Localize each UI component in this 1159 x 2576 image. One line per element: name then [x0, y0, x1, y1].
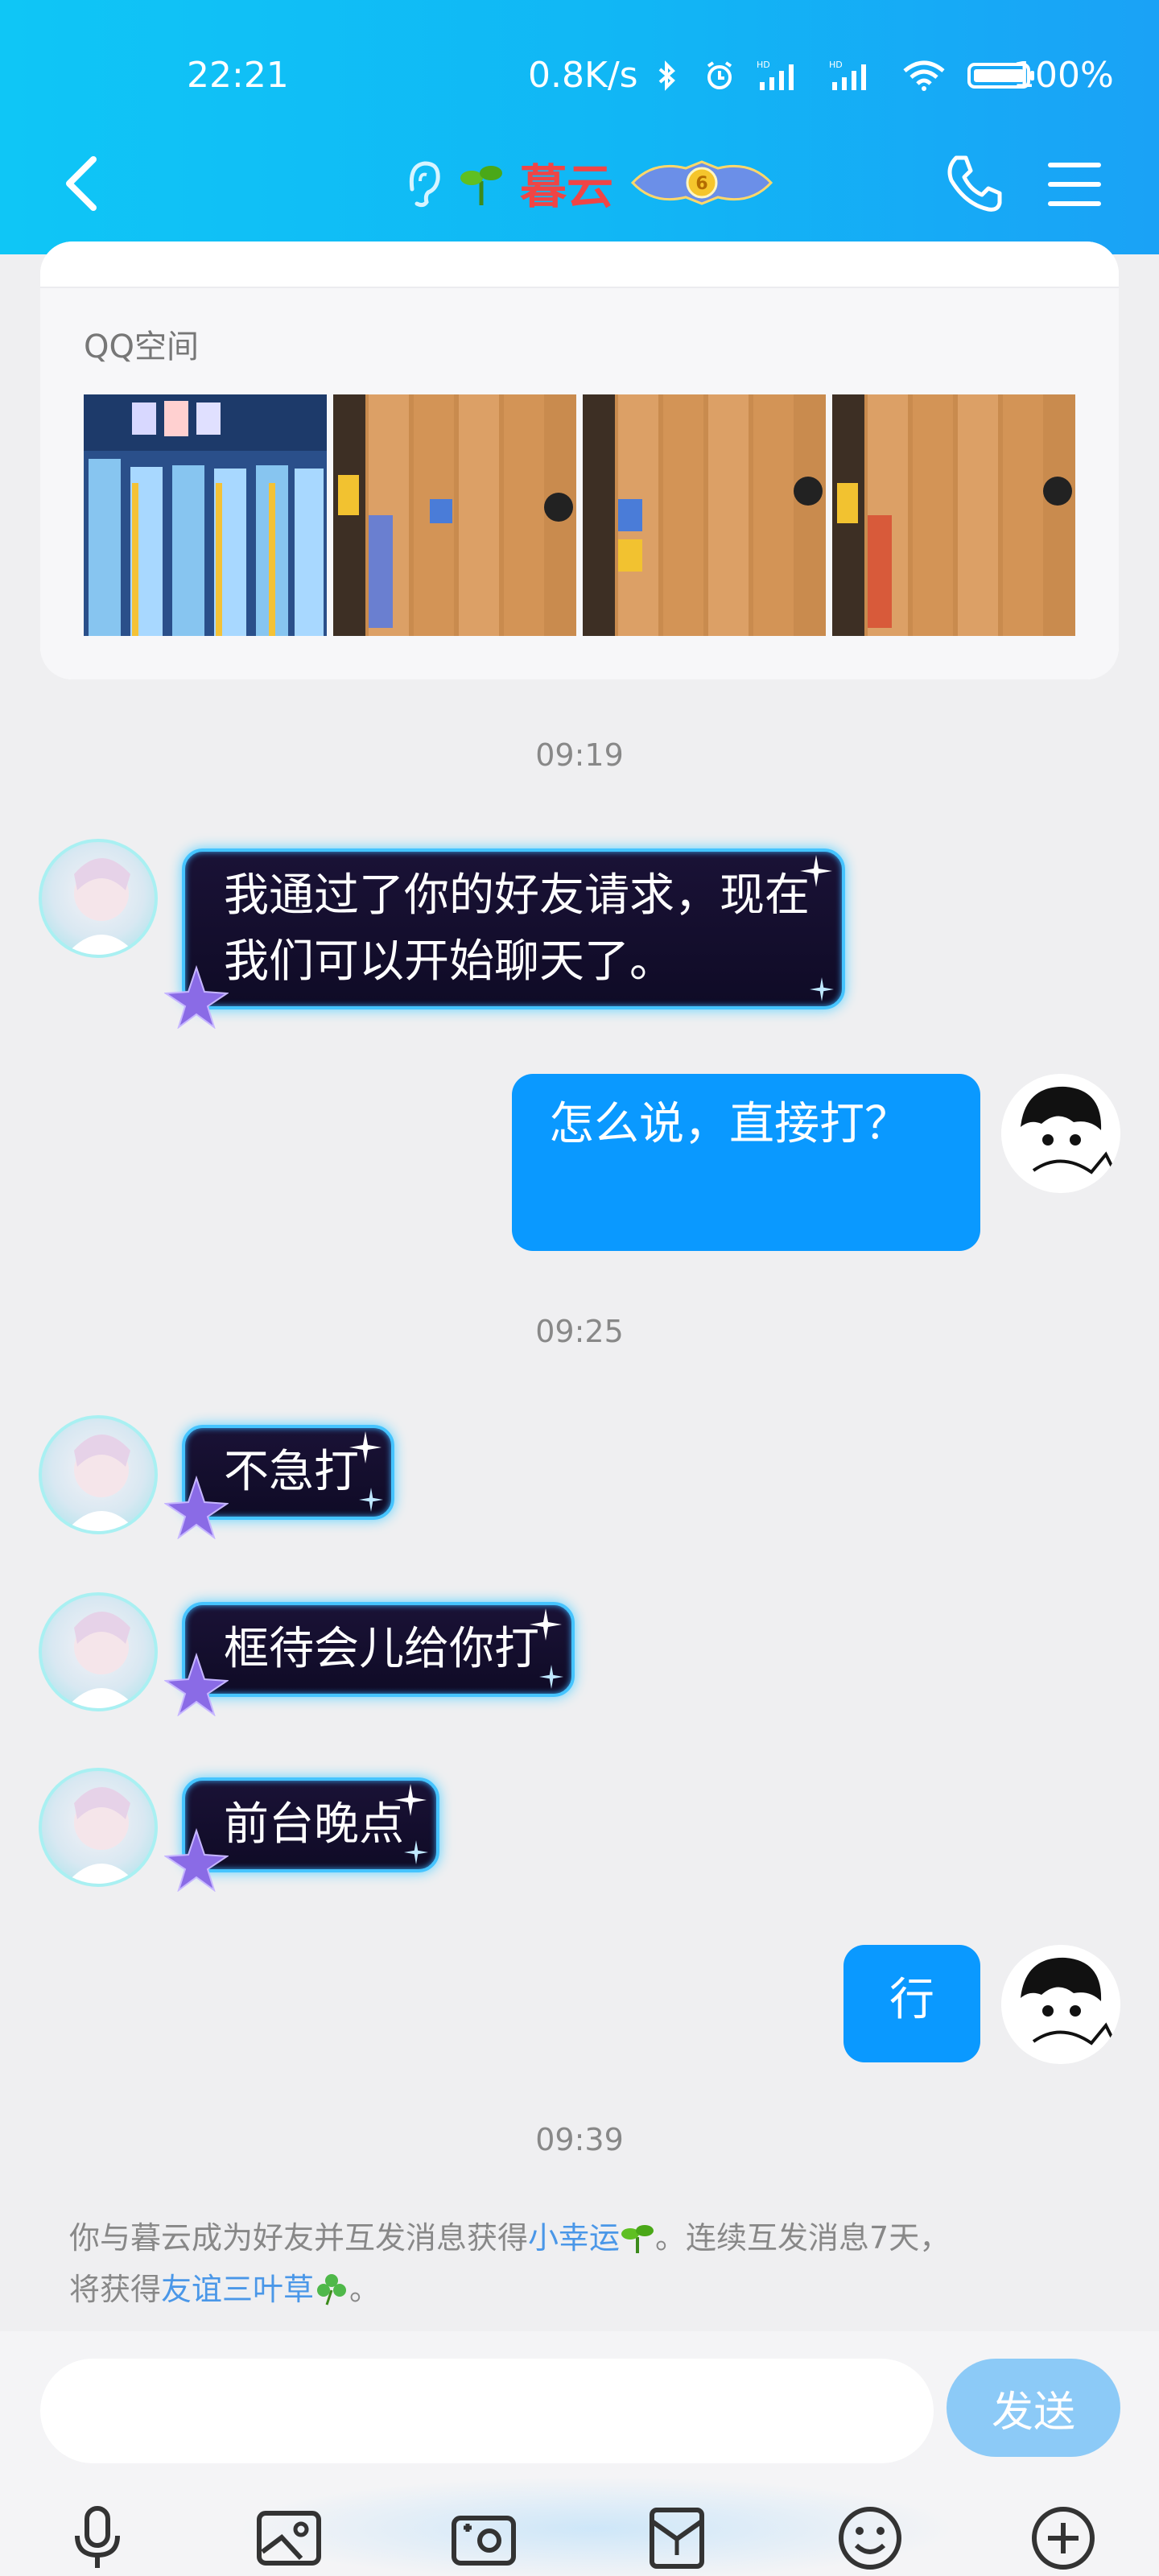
notice-text: 。连续互发消息7天，	[655, 2220, 951, 2256]
notice-text: 你与暮云成为好友并互发消息获得	[69, 2220, 529, 2256]
signal-hd-icon: HD	[757, 60, 794, 90]
chat-header: 22:21 0.8K/s HD HD 100% 暮云 6	[0, 0, 1159, 254]
clover-link[interactable]: 友谊三叶草	[161, 2272, 314, 2307]
sprout-icon	[460, 166, 502, 205]
message-text: 框待会儿给你打	[224, 1623, 539, 1675]
svg-text:HD: HD	[757, 60, 770, 70]
qzone-photo-4[interactable]	[832, 394, 1075, 636]
message-text: 行	[889, 1974, 934, 2026]
qzone-photo-1[interactable]	[84, 394, 327, 636]
send-button[interactable]: 发送	[947, 2359, 1120, 2457]
contact-avatar[interactable]	[39, 1415, 158, 1534]
message-bubble-sent[interactable]: 怎么说，直接打？	[512, 1074, 980, 1251]
message-text: 我通过了你的好友请求，现在	[224, 869, 810, 922]
message-bubble-received[interactable]: 框待会儿给你打	[164, 1602, 575, 1716]
qzone-photos	[84, 394, 1075, 636]
level-number: 6	[695, 174, 707, 194]
status-bar: 22:21 0.8K/s HD HD 100%	[0, 55, 1159, 103]
sparkle-icon	[810, 977, 834, 1001]
sparkle-icon	[800, 855, 832, 887]
timestamp: 09:19	[535, 737, 624, 773]
status-icons: HD HD	[650, 60, 1037, 92]
signal-hd-icon: HD	[829, 60, 866, 90]
star-decoration-icon	[164, 1475, 229, 1539]
contact-avatar[interactable]	[39, 1592, 158, 1711]
alarm-icon	[707, 61, 732, 89]
plus-icon[interactable]	[1027, 2502, 1099, 2574]
phone-call-button[interactable]	[942, 151, 1006, 216]
qzone-card-top	[40, 242, 1119, 288]
message-bubble-received[interactable]: 不急打	[164, 1425, 394, 1539]
microphone-icon[interactable]	[61, 2502, 134, 2574]
message-text: 前台晚点	[224, 1798, 404, 1851]
message-text: 怎么说，直接打？	[549, 1098, 909, 1150]
menu-button[interactable]	[1046, 156, 1103, 213]
qzone-label: QQ空间	[84, 328, 199, 365]
camera-icon[interactable]	[448, 2502, 520, 2574]
message-bubble-sent[interactable]: 行	[843, 1945, 980, 2062]
sparkle-icon	[349, 1431, 382, 1463]
my-avatar[interactable]	[1001, 1074, 1120, 1193]
battery-level: 100%	[1013, 55, 1114, 96]
sparkle-icon	[394, 1784, 427, 1816]
contact-title[interactable]: 暮云 6	[402, 147, 774, 219]
contact-avatar[interactable]	[39, 839, 158, 958]
star-decoration-icon	[164, 1652, 229, 1716]
notice-text: 。	[349, 2272, 381, 2307]
friendship-notice: 你与暮云成为好友并互发消息获得小幸运 。连续互发消息7天， 将获得友谊三叶草。	[69, 2212, 1107, 2315]
sparkle-icon	[539, 1665, 563, 1689]
bluetooth-icon	[658, 60, 675, 91]
message-bubble-received[interactable]: 我通过了你的好友请求，现在 我们可以开始聊天了。	[164, 848, 845, 1029]
input-toolbar	[0, 2487, 1159, 2576]
emoji-icon[interactable]	[834, 2502, 906, 2574]
ear-icon[interactable]	[402, 157, 443, 208]
sparkle-icon	[359, 1488, 383, 1512]
contact-avatar[interactable]	[39, 1768, 158, 1887]
message-bubble-received[interactable]: 前台晚点	[164, 1777, 439, 1892]
timestamp: 09:25	[535, 1314, 624, 1349]
wifi-icon	[903, 60, 945, 91]
contact-name: 暮云	[520, 159, 614, 214]
timestamp: 09:39	[535, 2122, 624, 2157]
message-text: 不急打	[224, 1446, 359, 1498]
my-avatar[interactable]	[1001, 1945, 1120, 2064]
back-button[interactable]	[58, 151, 103, 216]
star-decoration-icon	[164, 964, 229, 1029]
clover-icon	[317, 2274, 347, 2306]
notice-text: 将获得	[69, 2272, 162, 2307]
red-packet-icon[interactable]	[641, 2502, 713, 2574]
qzone-card[interactable]: QQ空间	[40, 242, 1119, 679]
message-text: 我们可以开始聊天了。	[224, 935, 674, 988]
svg-text:HD: HD	[829, 60, 843, 70]
network-speed: 0.8K/s	[528, 55, 638, 96]
sprout-icon	[621, 2225, 654, 2253]
lucky-link[interactable]: 小幸运	[528, 2220, 620, 2256]
input-bar: 发送	[0, 2331, 1159, 2576]
sparkle-icon	[530, 1608, 562, 1641]
image-icon[interactable]	[253, 2502, 325, 2574]
star-decoration-icon	[164, 1827, 229, 1892]
qzone-photo-3[interactable]	[583, 394, 826, 636]
qzone-photo-2[interactable]	[333, 394, 576, 636]
message-input[interactable]	[40, 2359, 934, 2463]
level-badge-icon: 6	[630, 160, 773, 205]
status-time: 22:21	[187, 55, 289, 96]
sparkle-icon	[404, 1840, 428, 1864]
